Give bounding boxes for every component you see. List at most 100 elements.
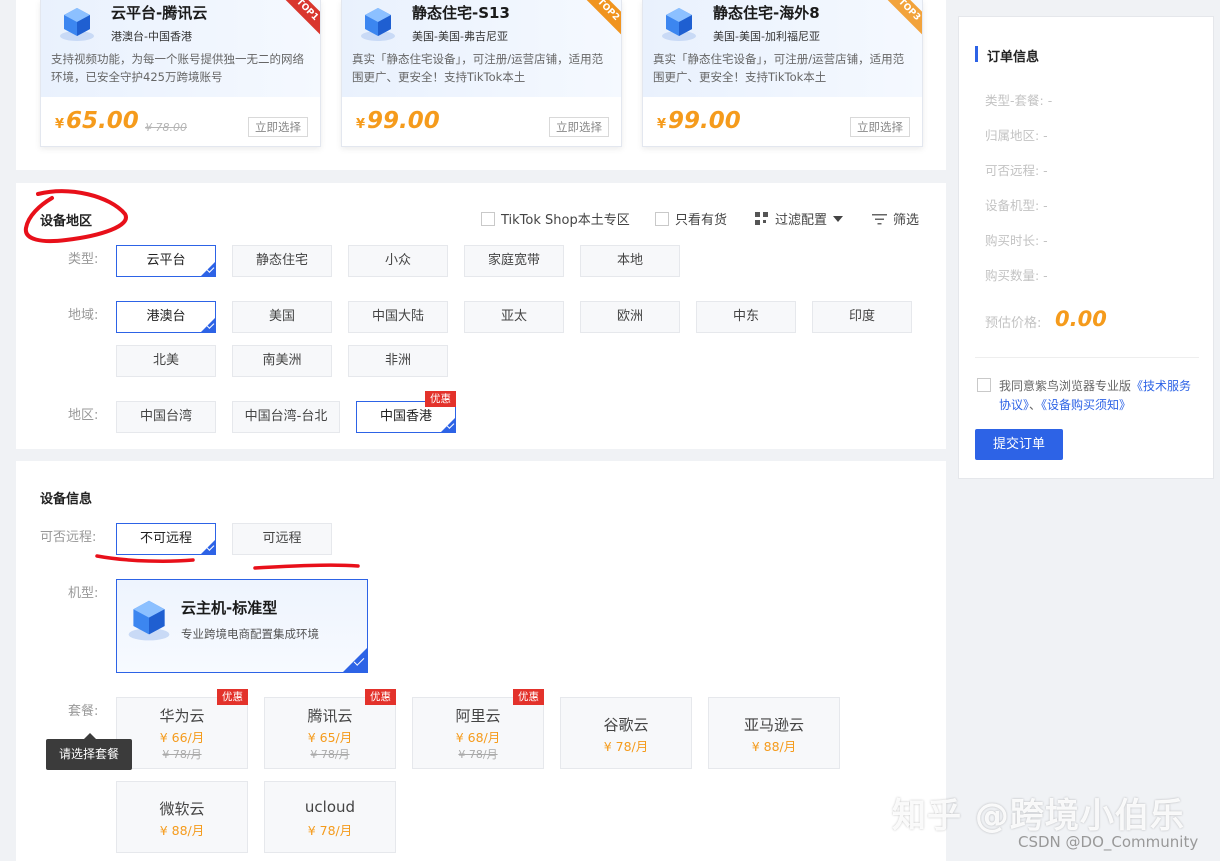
district-option[interactable]: 中国台湾-台北 xyxy=(232,401,340,433)
district-label: 地区: xyxy=(68,408,99,423)
filter-config-dropdown[interactable]: 过滤配置 xyxy=(754,209,844,228)
rank-ribbon: TOP1 xyxy=(284,0,320,36)
product-card[interactable]: 静态住宅-S13 美国-美国-弗吉尼亚 真实「静态住宅设备」，可注册/运营店铺，… xyxy=(341,0,622,147)
grid-icon xyxy=(755,212,768,225)
area-option[interactable]: 中国大陆 xyxy=(348,301,448,333)
model-subtitle: 专业跨境电商配置集成环境 xyxy=(181,627,319,641)
title-accent-bar xyxy=(975,46,978,62)
section-title: 设备信息 xyxy=(40,492,93,507)
product-price: ¥99.00 xyxy=(657,108,741,134)
plan-label: 套餐: xyxy=(68,704,99,719)
order-field: 购买时长: - xyxy=(985,233,1048,248)
plan-card[interactable]: 腾讯云 ¥ 65/月 ¥ 78/月 优惠 xyxy=(264,689,396,769)
select-now-button[interactable]: 立即选择 xyxy=(549,117,609,137)
product-title: 云平台-腾讯云 xyxy=(111,4,208,22)
product-region: 美国-美国-弗吉尼亚 xyxy=(412,30,508,43)
order-field: 设备机型: - xyxy=(985,198,1048,213)
area-option-hk-mo-tw[interactable]: 港澳台 xyxy=(116,301,216,333)
cloud-server-icon xyxy=(60,8,94,41)
product-title: 静态住宅-S13 xyxy=(412,4,510,22)
agreement-text: 我同意紫鸟浏览器专业版《技术服务协议》、《设备购买须知》 xyxy=(999,379,1192,412)
area-option[interactable]: 欧洲 xyxy=(580,301,680,333)
remote-label: 可否远程: xyxy=(40,530,97,545)
discount-badge: 优惠 xyxy=(425,391,456,407)
divider xyxy=(975,357,1199,358)
model-title: 云主机-标准型 xyxy=(181,599,278,617)
section-title: 设备地区 xyxy=(40,214,93,229)
type-option[interactable]: 静态住宅 xyxy=(232,245,332,277)
csdn-credit: CSDN @DO_Community xyxy=(1018,833,1199,851)
checkbox[interactable] xyxy=(481,211,495,226)
product-region: 港澳台-中国香港 xyxy=(111,30,192,43)
submit-order-button[interactable]: 提交订单 xyxy=(975,429,1063,460)
discount-badge: 优惠 xyxy=(365,689,396,705)
type-option-cloud[interactable]: 云平台 xyxy=(116,245,216,277)
discount-badge: 优惠 xyxy=(217,689,248,705)
type-option[interactable]: 本地 xyxy=(580,245,680,277)
district-option[interactable]: 中国台湾 xyxy=(116,401,216,433)
area-label: 地域: xyxy=(68,308,99,323)
product-description: 支持视频功能，为每一个账号提供独一无二的网络环境，已安全守护425万跨境账号 xyxy=(51,52,304,84)
plan-card[interactable]: 谷歌云 ¥ 78/月 xyxy=(560,697,692,769)
remote-option-no[interactable]: 不可远程 xyxy=(116,523,216,555)
plan-card[interactable]: 华为云 ¥ 66/月 ¥ 78/月 优惠 xyxy=(116,689,248,769)
recommended-products-panel: 云平台-腾讯云 港澳台-中国香港 支持视频功能，为每一个账号提供独一无二的网络环… xyxy=(16,0,946,170)
cloud-server-icon xyxy=(662,8,696,41)
model-label: 机型: xyxy=(68,586,99,601)
area-option[interactable]: 印度 xyxy=(812,301,912,333)
check-icon xyxy=(440,417,456,433)
checkbox[interactable] xyxy=(655,211,669,226)
cloud-server-icon xyxy=(361,8,395,41)
order-field: 购买数量: - xyxy=(985,268,1048,283)
estimated-price-value: 0.00 xyxy=(1055,307,1107,331)
product-old-price: ¥ 78.00 xyxy=(145,121,187,134)
area-option[interactable]: 非洲 xyxy=(348,345,448,377)
area-option[interactable]: 北美 xyxy=(116,345,216,377)
product-price: ¥65.00 xyxy=(55,108,139,134)
product-card[interactable]: 云平台-腾讯云 港澳台-中国香港 支持视频功能，为每一个账号提供独一无二的网络环… xyxy=(40,0,321,147)
product-region: 美国-美国-加利福尼亚 xyxy=(713,30,820,43)
rank-ribbon: TOP3 xyxy=(886,0,922,36)
check-icon xyxy=(200,261,216,277)
check-icon xyxy=(342,647,368,673)
area-option[interactable]: 亚太 xyxy=(464,301,564,333)
product-title: 静态住宅-海外8 xyxy=(713,4,820,22)
filter-lines-icon xyxy=(872,213,887,224)
select-plan-tooltip: 请选择套餐 xyxy=(46,733,132,770)
plan-card[interactable]: ucloud ¥ 78/月 xyxy=(264,781,396,853)
plan-card[interactable]: 阿里云 ¥ 68/月 ¥ 78/月 优惠 xyxy=(412,689,544,769)
plan-card[interactable]: 微软云 ¥ 88/月 xyxy=(116,781,248,853)
remote-option-yes[interactable]: 可远程 xyxy=(232,523,332,555)
district-option-hong-kong[interactable]: 中国香港 优惠 xyxy=(356,391,456,433)
cloud-host-icon xyxy=(128,600,170,641)
tiktok-shop-filter[interactable]: TikTok Shop本土专区 xyxy=(481,209,630,228)
agree-checkbox[interactable] xyxy=(977,378,991,392)
order-field: 归属地区: - xyxy=(985,128,1048,143)
check-icon xyxy=(200,539,216,555)
check-icon xyxy=(200,317,216,333)
screen-filter-button[interactable]: 筛选 xyxy=(872,209,919,228)
purchase-notice-link[interactable]: 《设备购买须知》 xyxy=(1041,398,1131,412)
area-option[interactable]: 中东 xyxy=(696,301,796,333)
type-option[interactable]: 小众 xyxy=(348,245,448,277)
order-title: 订单信息 xyxy=(987,50,1040,65)
area-option[interactable]: 美国 xyxy=(232,301,332,333)
caret-down-icon xyxy=(833,215,844,222)
type-label: 类型: xyxy=(68,252,99,267)
area-option[interactable]: 南美洲 xyxy=(232,345,332,377)
estimated-price-label: 预估价格: xyxy=(985,316,1042,331)
order-field: 类型-套餐: - xyxy=(985,93,1053,108)
product-description: 真实「静态住宅设备」，可注册/运营店铺，适用范围更广、更安全！支持TikTok本… xyxy=(653,52,905,84)
product-price: ¥99.00 xyxy=(356,108,440,134)
plan-card[interactable]: 亚马逊云 ¥ 88/月 xyxy=(708,697,840,769)
model-card-standard[interactable]: 云主机-标准型 专业跨境电商配置集成环境 xyxy=(116,579,368,673)
in-stock-filter[interactable]: 只看有货 xyxy=(655,209,727,228)
order-info-panel: 订单信息 类型-套餐: - 归属地区: - 可否远程: - 设备机型: - 购买… xyxy=(958,16,1214,479)
order-field: 可否远程: - xyxy=(985,163,1048,178)
product-card[interactable]: 静态住宅-海外8 美国-美国-加利福尼亚 真实「静态住宅设备」，可注册/运营店铺… xyxy=(642,0,923,147)
select-now-button[interactable]: 立即选择 xyxy=(850,117,910,137)
type-option[interactable]: 家庭宽带 xyxy=(464,245,564,277)
product-description: 真实「静态住宅设备」，可注册/运营店铺，适用范围更广、更安全！支持TikTok本… xyxy=(352,52,604,84)
discount-badge: 优惠 xyxy=(513,689,544,705)
select-now-button[interactable]: 立即选择 xyxy=(248,117,308,137)
